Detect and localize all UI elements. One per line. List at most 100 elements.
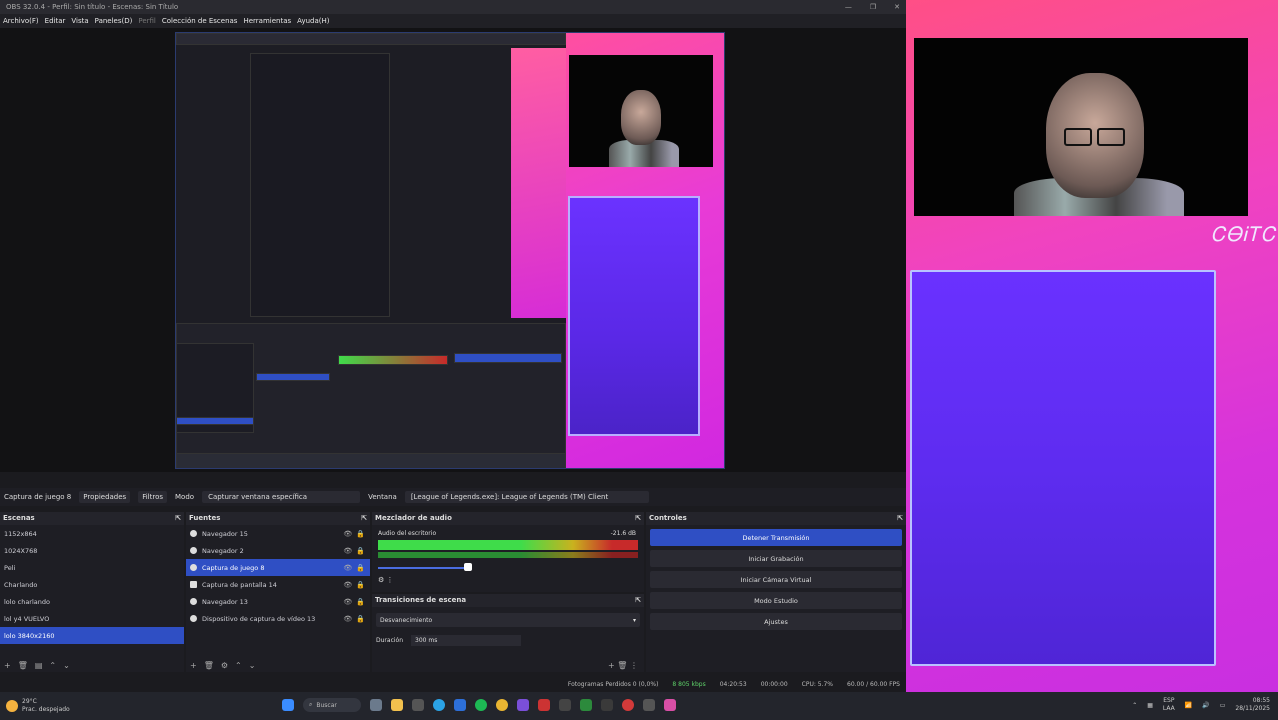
file-explorer-icon[interactable] (391, 699, 403, 711)
scene-item[interactable]: Peli (0, 559, 184, 576)
app-icon[interactable] (517, 699, 529, 711)
remove-scene-icon[interactable]: 🗑 (18, 661, 28, 670)
webcam-preview (569, 55, 713, 167)
language-indicator[interactable]: ESP (1163, 697, 1175, 705)
app-icon[interactable] (622, 699, 634, 711)
menu-paneles[interactable]: Paneles(D) (95, 17, 133, 25)
language-indicator-2[interactable]: LAA (1163, 705, 1175, 713)
weather-widget[interactable]: 29°C Prac. despejado (0, 698, 70, 714)
audio-meter (378, 540, 638, 550)
controls-title: Controles ⇱ (646, 512, 906, 525)
add-source-icon[interactable]: + (190, 661, 197, 670)
lock-icon: 🔒 (356, 597, 365, 606)
menu-perfil[interactable]: Perfil (138, 17, 156, 25)
chevron-up-icon[interactable]: ⌃ (1132, 702, 1137, 709)
lock-icon: 🔒 (356, 580, 365, 589)
source-item[interactable]: Navegador 15 👁 🔒 (186, 525, 370, 542)
bitrate: 8 805 kbps (672, 680, 706, 688)
minimize-button[interactable]: — (845, 3, 852, 11)
taskbar-search[interactable]: ⌕ Buscar (303, 698, 361, 712)
source-item-active[interactable]: Captura de juego 8 👁 🔒 (186, 559, 370, 576)
lock-icon: 🔒 (356, 546, 365, 555)
start-virtual-camera-button[interactable]: Iniciar Cámara Virtual (650, 571, 902, 588)
source-item[interactable]: Dispositivo de captura de vídeo 13 👁 🔒 (186, 610, 370, 627)
menu-herramientas[interactable]: Herramientas (243, 17, 291, 25)
move-down-icon[interactable]: ⌄ (63, 661, 70, 670)
move-up-icon[interactable]: ⌃ (49, 661, 56, 670)
source-item[interactable]: Navegador 13 👁 🔒 (186, 593, 370, 610)
app-icon[interactable] (601, 699, 613, 711)
menu-coleccion[interactable]: Colección de Escenas (162, 17, 238, 25)
screen: OBS 32.0.4 - Perfil: Sin título - Escena… (0, 0, 1278, 720)
lock-icon: 🔒 (356, 614, 365, 623)
scene-item[interactable]: Charlando (0, 576, 184, 593)
app-icon[interactable] (580, 699, 592, 711)
duration-input[interactable]: 300 ms (411, 635, 522, 646)
fps-readout: 60.00 / 60.00 FPS (847, 680, 900, 688)
sources-title: Fuentes ⇱ (186, 512, 370, 525)
terminal-icon[interactable] (412, 699, 424, 711)
scene-item[interactable]: 1024X768 (0, 542, 184, 559)
display-capture-icon (190, 581, 197, 588)
stop-stream-button[interactable]: Detener Transmisión (650, 529, 902, 546)
settings-button[interactable]: Ajustes (650, 613, 902, 630)
network-icon[interactable]: ▦ (1147, 702, 1153, 709)
visibility-icon: 👁 (343, 580, 353, 589)
scene-item[interactable]: lol y4 VUELVO (0, 610, 184, 627)
start-recording-button[interactable]: Iniciar Grabación (650, 550, 902, 567)
maximize-button[interactable]: ❐ (870, 3, 876, 11)
move-up-icon[interactable]: ⌃ (235, 661, 242, 670)
remove-source-icon[interactable]: 🗑 (204, 661, 214, 670)
app-icon[interactable] (559, 699, 571, 711)
taskbar: 29°C Prac. despejado ⌕ Buscar ⌃ ▦ ESP LA… (0, 692, 1278, 720)
battery-icon[interactable]: ▭ (1220, 702, 1226, 709)
edge-icon[interactable] (433, 699, 445, 711)
clock[interactable]: 08:55 28/11/2025 (1235, 697, 1270, 713)
wifi-icon[interactable]: 📶 (1185, 702, 1192, 709)
speaker-icon[interactable]: 🔊 (1202, 702, 1209, 709)
source-item[interactable]: Navegador 2 👁 🔒 (186, 542, 370, 559)
preview-area[interactable] (0, 28, 906, 472)
volume-slider[interactable] (378, 567, 468, 569)
scene-item-active[interactable]: lolo 3840x2160 (0, 627, 184, 644)
filters-button[interactable]: Filtros (138, 491, 168, 503)
menu-archivo[interactable]: Archivo(F) (3, 17, 39, 25)
scene-filter-icon[interactable]: ▤ (35, 661, 43, 670)
app-icon[interactable] (643, 699, 655, 711)
chrome-icon[interactable] (496, 699, 508, 711)
properties-button[interactable]: Propiedades (79, 491, 131, 503)
scene-item[interactable]: 1152x864 (0, 525, 184, 542)
preview-canvas[interactable] (175, 32, 725, 469)
start-icon[interactable] (282, 699, 294, 711)
source-settings-icon[interactable]: ⚙ (221, 661, 228, 670)
add-scene-icon[interactable]: + (4, 661, 11, 670)
menu-vista[interactable]: Vista (71, 17, 88, 25)
lock-icon: 🔒 (356, 529, 365, 538)
volume-slider-handle[interactable] (464, 563, 472, 571)
menu-ayuda[interactable]: Ayuda(H) (297, 17, 329, 25)
menu-editar[interactable]: Editar (45, 17, 66, 25)
sources-footer: + 🗑 ⚙ ⌃ ⌄ (186, 658, 370, 672)
studio-mode-button[interactable]: Modo Estudio (650, 592, 902, 609)
mixer-dock: Mezclador de audio ⇱ Audio del escritorio… (372, 512, 644, 592)
close-button[interactable]: ✕ (894, 3, 900, 11)
app-icon[interactable] (538, 699, 550, 711)
transition-buttons[interactable]: + 🗑 ⋮ (608, 661, 638, 670)
scene-item[interactable]: lolo charlando (0, 593, 184, 610)
scenes-dock: Escenas ⇱ 1152x864 1024X768 Peli Charland… (0, 512, 184, 672)
status-bar: Fotogramas Perdidos 0 (0,0%) 8 805 kbps … (0, 676, 906, 692)
mixer-title: Mezclador de audio ⇱ (372, 512, 644, 525)
mixer-settings-icon[interactable]: ⚙ ⋮ (378, 576, 394, 584)
window-select[interactable]: [League of Legends.exe]: League of Legen… (404, 491, 649, 503)
transition-select[interactable]: Desvanecimiento ▾ (376, 613, 640, 627)
mode-select[interactable]: Capturar ventana específica (202, 491, 361, 503)
spotify-icon[interactable] (475, 699, 487, 711)
time: 08:55 (1252, 697, 1270, 704)
source-item[interactable]: Captura de pantalla 14 👁 🔒 (186, 576, 370, 593)
store-icon[interactable] (454, 699, 466, 711)
channel-logo: ᏟᎾᎥᎢᏟ (1210, 222, 1276, 246)
widgets-icon[interactable] (370, 699, 382, 711)
move-down-icon[interactable]: ⌄ (249, 661, 256, 670)
app-icon[interactable] (664, 699, 676, 711)
visibility-icon: 👁 (343, 614, 353, 623)
